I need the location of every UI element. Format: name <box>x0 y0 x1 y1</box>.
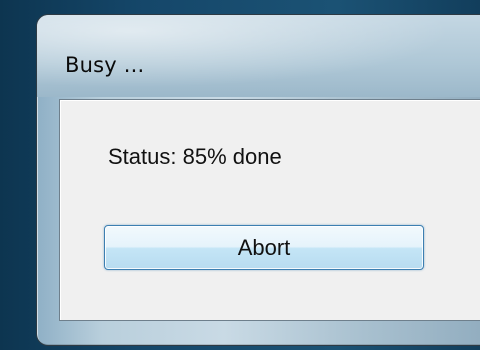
dialog-title: Busy ... <box>65 53 145 77</box>
status-label: Status: 85% done <box>108 144 282 169</box>
dialog-titlebar[interactable]: Busy ... <box>37 15 480 97</box>
busy-dialog-window: Busy ... Status: 85% done Abort <box>36 14 480 346</box>
abort-button[interactable]: Abort <box>104 225 424 270</box>
desktop-background: Busy ... Status: 85% done Abort <box>0 0 480 350</box>
dialog-client-area: Status: 85% done Abort <box>59 99 480 321</box>
